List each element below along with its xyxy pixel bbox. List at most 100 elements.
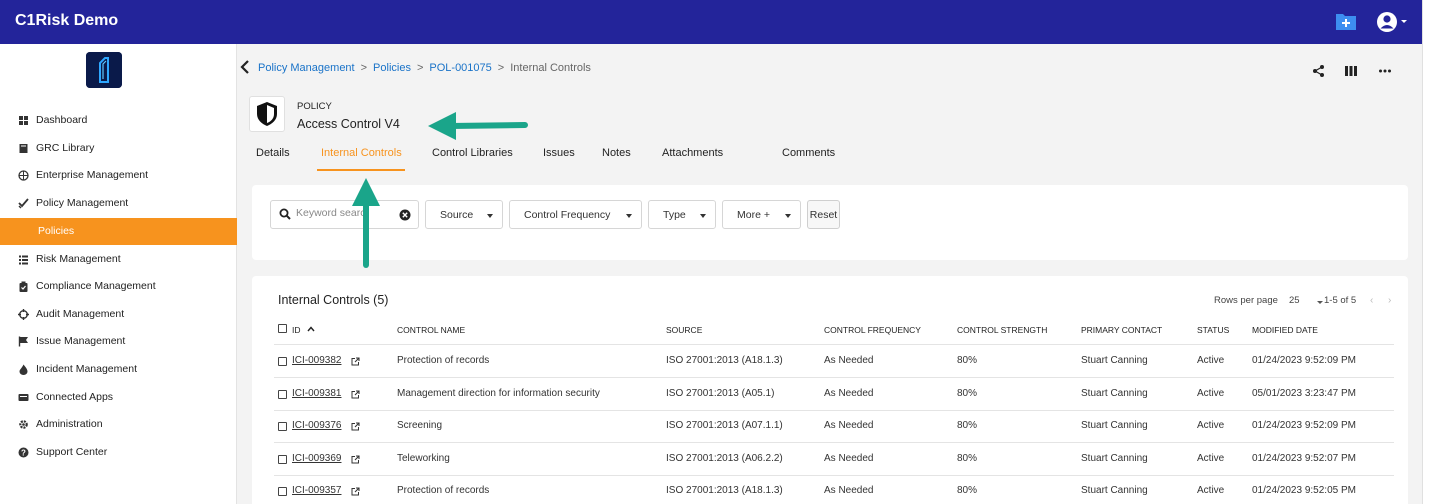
column-header-source[interactable]: SOURCE — [666, 325, 702, 335]
column-header-status[interactable]: STATUS — [1197, 325, 1229, 335]
more-options-icon[interactable] — [1378, 64, 1392, 78]
gear-icon — [18, 419, 29, 430]
keyword-search[interactable] — [270, 200, 419, 229]
control-frequency: As Needed — [824, 452, 874, 464]
user-menu-icon[interactable] — [1375, 9, 1409, 35]
open-external-icon[interactable] — [351, 422, 360, 431]
record-title: Access Control V4 — [297, 117, 400, 131]
sidebar-item-incident-management[interactable]: Incident Management — [0, 356, 237, 383]
primary-contact: Stuart Canning — [1081, 355, 1148, 366]
sidebar-item-support-center[interactable]: ? Support Center — [0, 439, 237, 466]
modified-date: 01/24/2023 9:52:09 PM — [1252, 355, 1356, 366]
sidebar-item-label: Policies — [38, 225, 75, 237]
column-header-id[interactable]: ID — [292, 325, 301, 335]
sidebar-item-risk-management[interactable]: Risk Management — [0, 246, 237, 273]
control-frequency-dropdown[interactable]: Control Frequency — [509, 200, 642, 229]
control-id-link[interactable]: ICI-009369 — [292, 453, 341, 464]
tab-control-libraries[interactable]: Control Libraries — [432, 147, 513, 159]
open-external-icon[interactable] — [351, 454, 360, 464]
select-all-checkbox[interactable] — [278, 324, 287, 333]
column-header-control-name[interactable]: CONTROL NAME — [397, 325, 465, 335]
search-icon — [279, 208, 291, 220]
sidebar-item-audit-management[interactable]: Audit Management — [0, 301, 237, 328]
more-filters-dropdown[interactable]: More + — [722, 200, 801, 229]
sidebar-item-compliance-management[interactable]: Compliance Management — [0, 273, 237, 300]
internal-controls-table-card: Internal Controls (5) Rows per page 25 1… — [252, 276, 1408, 504]
sidebar-item-connected-apps[interactable]: Connected Apps — [0, 384, 237, 411]
sidebar-item-enterprise-management[interactable]: Enterprise Management — [0, 162, 237, 189]
source-dropdown[interactable]: Source — [425, 200, 503, 229]
previous-page-icon[interactable]: ‹ — [1370, 295, 1373, 306]
column-header-control-frequency[interactable]: CONTROL FREQUENCY — [824, 325, 921, 335]
primary-contact: Stuart Canning — [1081, 420, 1148, 431]
sidebar-item-issue-management[interactable]: Issue Management — [0, 328, 237, 355]
clear-search-icon[interactable] — [399, 209, 411, 221]
sidebar-item-dashboard[interactable]: Dashboard — [0, 107, 237, 134]
right-edge-scrollbar[interactable] — [1422, 0, 1429, 504]
control-id-link[interactable]: ICI-009381 — [292, 388, 341, 399]
control-strength: 80% — [957, 355, 978, 366]
add-folder-icon[interactable] — [1334, 10, 1358, 32]
status: Active — [1197, 485, 1225, 496]
sidebar-item-label: Connected Apps — [36, 391, 114, 403]
row-checkbox[interactable] — [278, 487, 287, 496]
breadcrumb-policy-id[interactable]: POL-001075 — [429, 62, 491, 74]
column-header-control-strength[interactable]: CONTROL STRENGTH — [957, 325, 1047, 335]
brand-logo[interactable] — [86, 52, 122, 88]
collapse-sidebar-icon[interactable] — [239, 58, 251, 76]
source: ISO 27001:2013 (A06.2.2) — [666, 452, 783, 464]
open-external-icon[interactable] — [351, 487, 360, 496]
policy-shield-icon — [249, 96, 285, 132]
sidebar-item-label: Compliance Management — [36, 280, 156, 292]
column-header-modified-date[interactable]: MODIFIED DATE — [1252, 325, 1318, 335]
tab-issues[interactable]: Issues — [543, 147, 575, 159]
share-icon[interactable] — [1312, 64, 1326, 78]
apps-icon — [18, 392, 29, 403]
next-page-icon[interactable]: › — [1388, 295, 1391, 306]
columns-icon[interactable] — [1344, 64, 1358, 78]
sidebar-item-label: Risk Management — [36, 253, 121, 265]
reset-button[interactable]: Reset — [807, 200, 840, 229]
control-strength: 80% — [957, 387, 978, 399]
primary-contact: Stuart Canning — [1081, 387, 1148, 399]
row-checkbox[interactable] — [278, 357, 287, 366]
tab-details[interactable]: Details — [256, 147, 290, 159]
open-external-icon[interactable] — [351, 389, 360, 399]
tab-attachments[interactable]: Attachments — [662, 147, 723, 159]
breadcrumb-policy-management[interactable]: Policy Management — [258, 62, 355, 74]
control-id-link[interactable]: ICI-009376 — [292, 420, 341, 431]
rows-per-page-select[interactable]: 25 — [1289, 295, 1300, 306]
chevron-down-icon — [700, 214, 706, 218]
tab-internal-controls[interactable]: Internal Controls — [321, 147, 402, 159]
control-name: Teleworking — [397, 452, 450, 464]
chevron-down-icon[interactable] — [1317, 301, 1323, 304]
open-external-icon[interactable] — [351, 357, 360, 366]
app-title[interactable]: C1Risk Demo — [15, 12, 118, 30]
tab-notes[interactable]: Notes — [602, 147, 631, 159]
modified-date: 01/24/2023 9:52:07 PM — [1252, 452, 1356, 464]
rows-per-page-label: Rows per page — [1214, 295, 1278, 306]
search-input[interactable] — [296, 207, 364, 219]
list-icon — [18, 254, 29, 265]
table-title: Internal Controls (5) — [278, 293, 389, 307]
control-id-link[interactable]: ICI-009382 — [292, 355, 341, 366]
sidebar-item-policies[interactable]: Policies — [0, 218, 237, 245]
row-checkbox[interactable] — [278, 389, 287, 399]
row-checkbox[interactable] — [278, 422, 287, 431]
control-frequency: As Needed — [824, 420, 874, 431]
column-header-primary-contact[interactable]: PRIMARY CONTACT — [1081, 325, 1162, 335]
sidebar-item-label: Dashboard — [36, 114, 88, 126]
sidebar-item-label: Administration — [36, 418, 103, 430]
tab-comments[interactable]: Comments — [782, 147, 835, 159]
sort-ascending-icon[interactable] — [307, 325, 315, 333]
control-frequency-dropdown-label: Control Frequency — [524, 209, 611, 221]
sidebar-item-policy-management[interactable]: Policy Management — [0, 190, 237, 217]
breadcrumb-policies[interactable]: Policies — [373, 62, 411, 74]
control-id-link[interactable]: ICI-009357 — [292, 485, 341, 496]
sidebar-item-grc-library[interactable]: GRC Library — [0, 135, 237, 162]
sidebar-item-administration[interactable]: Administration — [0, 411, 237, 438]
status: Active — [1197, 420, 1225, 431]
top-bar: C1Risk Demo — [0, 0, 1422, 44]
row-checkbox[interactable] — [278, 454, 287, 464]
type-dropdown[interactable]: Type — [648, 200, 716, 229]
